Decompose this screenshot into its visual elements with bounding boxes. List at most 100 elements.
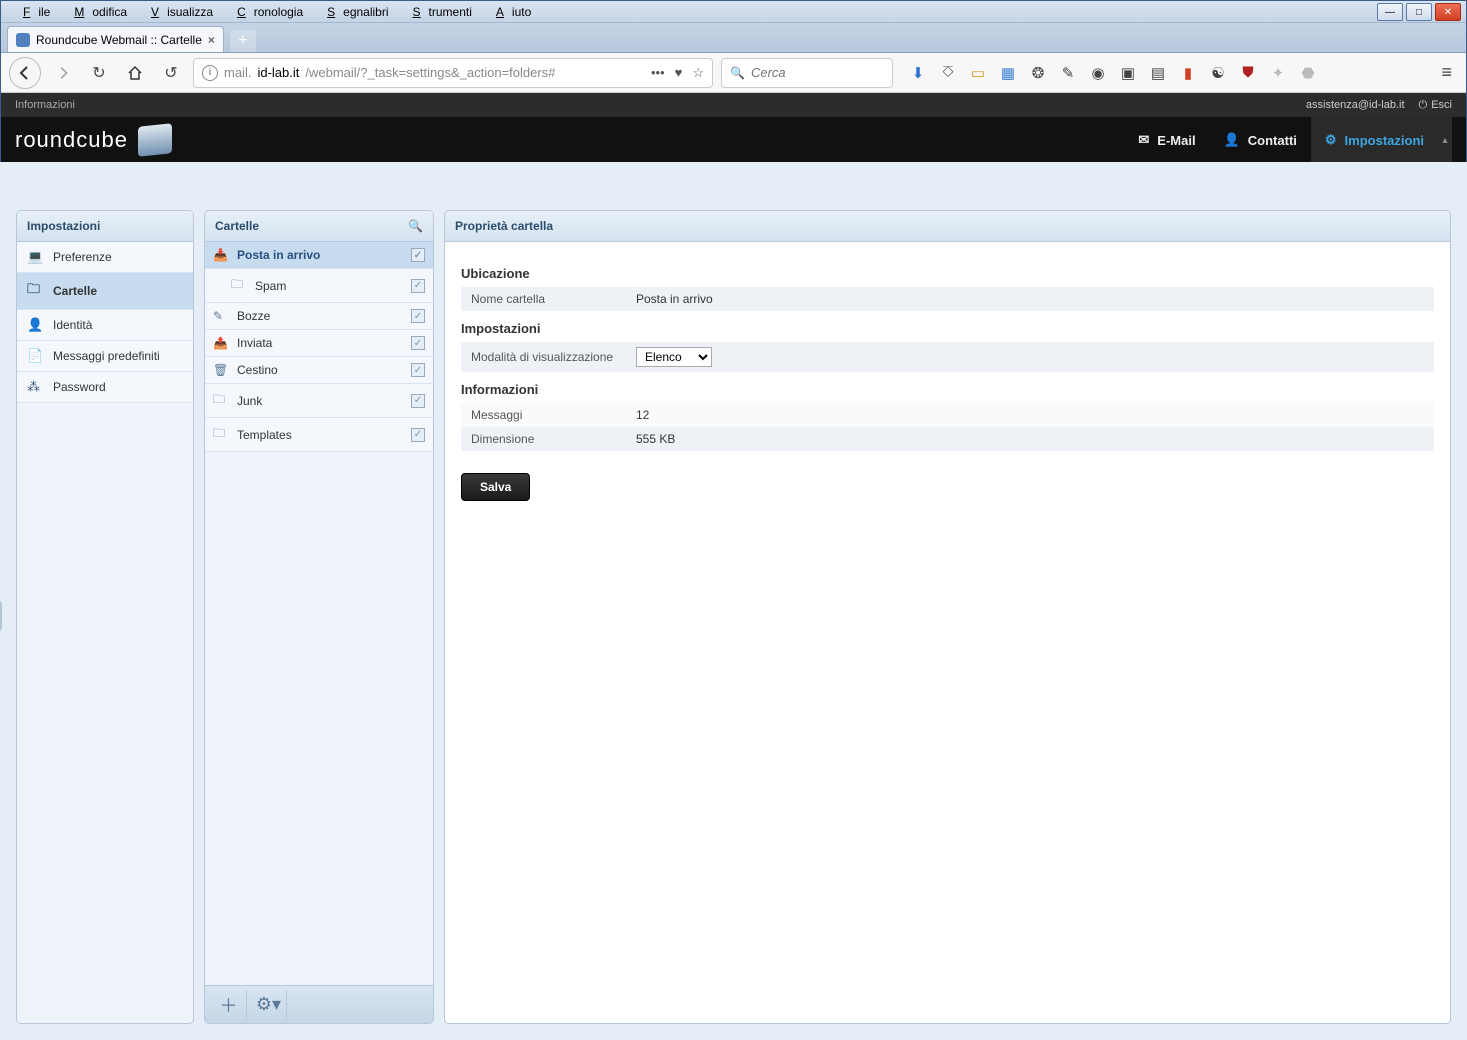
props-body: Ubicazione Nome cartella Posta in arrivo… — [445, 242, 1450, 515]
addon-icon-6[interactable]: ▮ — [1179, 64, 1197, 82]
folder-icon: 🗀 — [213, 424, 229, 445]
folder-checkbox[interactable]: ✓ — [411, 336, 425, 350]
settings-item-responses[interactable]: 📄 Messaggi predefiniti — [17, 341, 193, 372]
library-icon[interactable]: ⎏ — [939, 64, 957, 82]
menu-bookmarks[interactable]: Segnalibri — [311, 3, 396, 21]
section-informazioni: Informazioni — [461, 382, 1434, 397]
page-actions-icon[interactable]: ••• — [651, 65, 665, 81]
folder-spam[interactable]: 🗀 Spam ✓ — [205, 269, 433, 303]
size-value: 555 KB — [626, 427, 1434, 451]
add-folder-button[interactable]: ＋ — [211, 990, 247, 1020]
rc-logo: roundcube — [15, 125, 172, 155]
addon-icon-4[interactable]: ▣ — [1119, 64, 1137, 82]
folder-checkbox[interactable]: ✓ — [411, 363, 425, 377]
url-prefix: mail. — [224, 65, 251, 80]
power-icon: ⏻ — [1419, 99, 1428, 112]
settings-panel: Impostazioni 💻 Preferenze 🗀 Cartelle 👤 I… — [16, 210, 194, 1024]
folder-actions-button[interactable]: ⚙▾ — [251, 990, 287, 1020]
folder-sent[interactable]: 📤 Inviata ✓ — [205, 330, 433, 357]
nome-cartella-value: Posta in arrivo — [626, 287, 1434, 311]
url-bar[interactable]: i mail. id-lab.it/webmail/?_task=settings… — [193, 58, 713, 88]
rc-user-email[interactable]: assistenza@id-lab.it — [1306, 99, 1405, 111]
folder-icon: 🗀 — [213, 390, 229, 411]
browser-menubar: File Modifica Visualizza Cronologia Segn… — [1, 1, 1466, 23]
browser-tabbar: Roundcube Webmail :: Cartelle × + — [1, 23, 1466, 53]
ublock-icon[interactable]: ⛊ — [1239, 64, 1257, 82]
downloads-icon[interactable]: ⬇ — [909, 64, 927, 82]
window-close-button[interactable]: ✕ — [1435, 3, 1461, 21]
folder-icon: 🗀 — [231, 275, 247, 296]
url-domain: id-lab.it — [257, 65, 299, 80]
search-input[interactable] — [751, 65, 884, 80]
browser-menu-button[interactable]: ≡ — [1435, 62, 1458, 83]
menu-history[interactable]: Cronologia — [221, 3, 311, 21]
folder-trash[interactable]: 🗑 Cestino ✓ — [205, 357, 433, 384]
browser-tab[interactable]: Roundcube Webmail :: Cartelle × — [7, 26, 224, 52]
folder-checkbox[interactable]: ✓ — [411, 248, 425, 262]
menu-tools[interactable]: Strumenti — [397, 3, 480, 21]
grid-icon[interactable]: ▦ — [999, 64, 1017, 82]
rc-content: Impostazioni 💻 Preferenze 🗀 Cartelle 👤 I… — [0, 162, 1467, 1040]
folder-inbox[interactable]: 📥 Posta in arrivo ✓ — [205, 242, 433, 269]
addon-icon-7[interactable]: ☯ — [1209, 64, 1227, 82]
messages-value: 12 — [626, 403, 1434, 427]
search-box[interactable]: 🔍 — [721, 58, 893, 88]
url-path: /webmail/?_task=settings&_action=folders… — [305, 65, 555, 80]
folder-drafts[interactable]: ✎ Bozze ✓ — [205, 303, 433, 330]
search-icon: 🔍 — [730, 66, 745, 80]
settings-item-preferences[interactable]: 💻 Preferenze — [17, 242, 193, 273]
nav-reload-button[interactable]: ↻ — [85, 59, 113, 87]
inbox-icon: 📥 — [213, 248, 229, 262]
folder-search-icon[interactable]: 🔍 — [408, 219, 423, 233]
pocket-icon[interactable]: ♥ — [675, 65, 683, 81]
tab-favicon — [16, 33, 30, 47]
menu-help[interactable]: Aiuto — [480, 3, 539, 21]
settings-item-folders[interactable]: 🗀 Cartelle — [17, 273, 193, 310]
bookmark-star-icon[interactable]: ☆ — [692, 65, 704, 81]
trash-icon: 🗑 — [213, 363, 229, 377]
new-tab-button[interactable]: + — [230, 30, 256, 52]
nav-contacts[interactable]: 👤 Contatti — [1210, 117, 1311, 163]
folder-checkbox[interactable]: ✓ — [411, 428, 425, 442]
size-label: Dimensione — [461, 427, 626, 451]
ubicazione-table: Nome cartella Posta in arrivo — [461, 287, 1434, 311]
messages-label: Messaggi — [461, 403, 626, 427]
mail-icon: ✉ — [1138, 132, 1149, 148]
addon-icon-5[interactable]: ▤ — [1149, 64, 1167, 82]
folder-templates[interactable]: 🗀 Templates ✓ — [205, 418, 433, 452]
addon-icon-8[interactable]: ✦ — [1269, 64, 1287, 82]
viewmode-select[interactable]: Elenco — [636, 347, 712, 367]
nav-back-button[interactable] — [9, 57, 41, 89]
folder-checkbox[interactable]: ✓ — [411, 279, 425, 293]
nav-collapse-icon[interactable]: ▲ — [1438, 117, 1452, 163]
informazioni-table: Messaggi 12 Dimensione 555 KB — [461, 403, 1434, 451]
folder-checkbox[interactable]: ✓ — [411, 394, 425, 408]
nav-forward-button[interactable] — [49, 59, 77, 87]
menu-view[interactable]: Visualizza — [135, 3, 221, 21]
window-minimize-button[interactable]: ― — [1377, 3, 1403, 21]
folder-checkbox[interactable]: ✓ — [411, 309, 425, 323]
settings-item-identities[interactable]: 👤 Identità — [17, 310, 193, 341]
addon-icon-1[interactable]: ❂ — [1029, 64, 1047, 82]
site-info-icon[interactable]: i — [202, 65, 218, 81]
ruler-icon[interactable]: ▭ — [969, 64, 987, 82]
nav-settings[interactable]: ⚙ Impostazioni — [1311, 117, 1438, 163]
impostazioni-table: Modalità di visualizzazione Elenco — [461, 342, 1434, 372]
addon-icon-9[interactable]: ⬣ — [1299, 64, 1317, 82]
menu-edit[interactable]: Modifica — [58, 3, 135, 21]
nome-cartella-label: Nome cartella — [461, 287, 626, 311]
menu-file[interactable]: File — [7, 3, 58, 21]
nav-refresh-icon[interactable]: ↺ — [157, 59, 185, 87]
person-icon: 👤 — [1224, 132, 1240, 148]
nav-home-button[interactable] — [121, 59, 149, 87]
settings-item-password[interactable]: ⁂ Password — [17, 372, 193, 403]
addon-icon-2[interactable]: ✎ — [1059, 64, 1077, 82]
nav-mail[interactable]: ✉ E-Mail — [1124, 117, 1209, 163]
tab-close-icon[interactable]: × — [208, 33, 215, 47]
save-button[interactable]: Salva — [461, 473, 530, 501]
rc-header: roundcube ✉ E-Mail 👤 Contatti ⚙ Impostaz… — [1, 117, 1466, 163]
window-maximize-button[interactable]: □ — [1406, 3, 1432, 21]
addon-icon-3[interactable]: ◉ — [1089, 64, 1107, 82]
folder-junk[interactable]: 🗀 Junk ✓ — [205, 384, 433, 418]
rc-logout-link[interactable]: ⏻Esci — [1419, 99, 1452, 112]
